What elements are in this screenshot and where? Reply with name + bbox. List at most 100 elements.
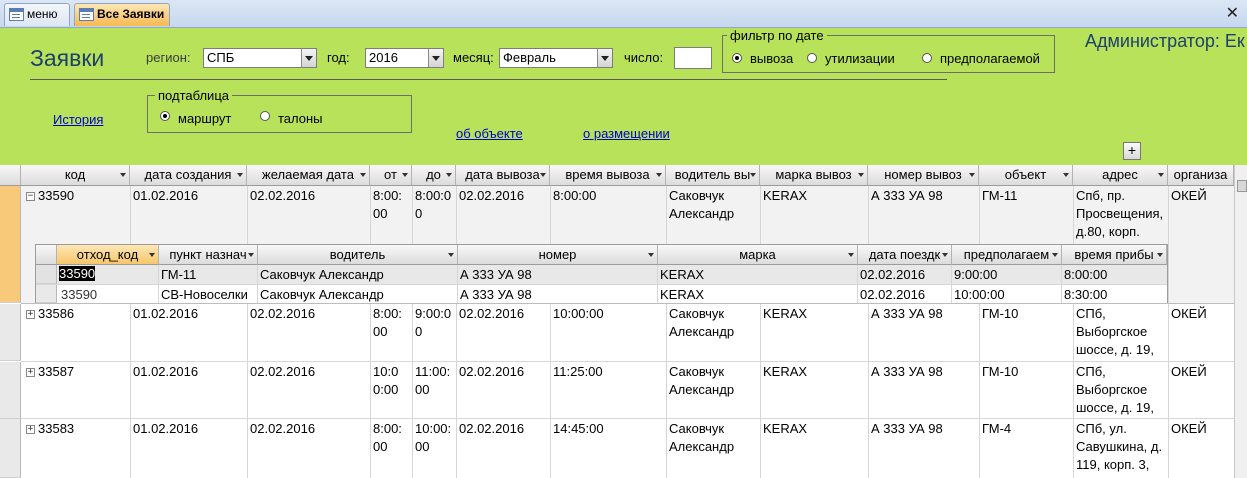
column-header-number[interactable]: номер вывоз	[868, 165, 979, 186]
cell-organization[interactable]: ОКЕЙ	[1168, 186, 1234, 206]
cell-number[interactable]: А 333 УА 98	[868, 362, 979, 382]
cell-export-date[interactable]: 02.02.2016	[456, 304, 550, 324]
column-header-driver[interactable]: водитель вы	[666, 165, 760, 186]
subgrid-row[interactable]: 33590 ГМ-11 Саковчук Александр А 333 УА …	[36, 265, 1167, 284]
cell-created[interactable]: 01.02.2016	[130, 186, 246, 206]
cell-from[interactable]: 8:00:00	[370, 304, 412, 344]
column-header-from[interactable]: от	[370, 165, 412, 186]
cell-desired-date[interactable]: 02.02.2016	[247, 304, 369, 324]
subcell-driver[interactable]: Саковчук Александр	[257, 285, 457, 305]
subgrid-header-departure-code[interactable]: отход_код	[57, 245, 159, 265]
cell-brand[interactable]: KERAX	[760, 362, 868, 382]
subgrid-row-selector[interactable]	[36, 265, 57, 284]
table-row[interactable]: + 33586 01.02.2016 02.02.2016 8:00:00 9:…	[21, 304, 1234, 361]
cell-brand[interactable]: KERAX	[760, 419, 868, 439]
radio-route-label[interactable]: маршрут	[178, 111, 231, 126]
subcell-trip-date[interactable]: 02.02.2016	[857, 265, 951, 285]
column-header-export-date[interactable]: дата вывоза	[456, 165, 550, 186]
dropdown-arrow-icon[interactable]	[301, 49, 316, 67]
subcell-number[interactable]: А 333 УА 98	[457, 285, 657, 305]
cell-number[interactable]: А 333 УА 98	[868, 186, 979, 206]
cell-brand[interactable]: KERAX	[760, 186, 868, 206]
tab-all-requests[interactable]: Все Заявки	[74, 3, 170, 26]
column-header-export-time[interactable]: время вывоза	[550, 165, 666, 186]
dropdown-arrow-icon[interactable]	[360, 173, 366, 177]
subcell-brand[interactable]: KERAX	[657, 285, 857, 305]
expand-icon[interactable]: +	[26, 425, 35, 434]
dropdown-arrow-icon[interactable]	[448, 253, 454, 257]
cell-export-time[interactable]: 8:00:00	[550, 186, 666, 206]
dropdown-arrow-icon[interactable]	[120, 173, 126, 177]
column-header-organization[interactable]: организа	[1168, 165, 1234, 186]
expand-icon[interactable]: +	[26, 310, 35, 319]
radio-disposal-date-label[interactable]: утилизации	[825, 51, 895, 66]
cell-object[interactable]: ГМ-11	[979, 186, 1073, 206]
table-row[interactable]: + 33583 01.02.2016 02.02.2016 8:00:00 10…	[21, 419, 1234, 478]
cell-from[interactable]: 8:00:00	[370, 186, 412, 226]
dropdown-arrow-icon[interactable]	[248, 253, 254, 257]
cell-export-date[interactable]: 02.02.2016	[456, 419, 550, 439]
cell-address[interactable]: СПб, Выборгское шоссе, д. 19,	[1073, 362, 1168, 419]
radio-expected-date-label[interactable]: предполагаемой	[940, 51, 1040, 66]
cell-desired-date[interactable]: 02.02.2016	[247, 186, 369, 206]
cell-address[interactable]: Спб, пр. Просвещения, д.80, корп.	[1073, 186, 1168, 243]
cell-from[interactable]: 10:00:00	[370, 362, 412, 402]
cell-driver[interactable]: Саковчук Александр	[666, 304, 760, 344]
row-selector[interactable]	[0, 186, 21, 303]
subgrid-header-driver[interactable]: водитель	[258, 245, 458, 265]
subgrid-select-all[interactable]	[36, 245, 57, 265]
dropdown-arrow-icon[interactable]	[1052, 253, 1058, 257]
dropdown-arrow-icon[interactable]	[969, 173, 975, 177]
add-button[interactable]: +	[1123, 142, 1141, 160]
cell-export-time[interactable]: 14:45:00	[550, 419, 666, 439]
cell-export-time[interactable]: 11:25:00	[550, 362, 666, 382]
subcell-arrival-time[interactable]: 8:30:00	[1061, 285, 1166, 305]
row-selector[interactable]	[0, 419, 21, 478]
cell-code[interactable]: 33583	[35, 419, 129, 439]
column-header-created[interactable]: дата создания	[130, 165, 247, 186]
subgrid-header-trip-date[interactable]: дата поездк	[858, 245, 952, 265]
cell-driver[interactable]: Саковчук Александр	[666, 362, 760, 402]
about-placement-link[interactable]: о размещении	[583, 126, 670, 141]
dropdown-arrow-icon[interactable]	[656, 173, 662, 177]
subgrid-row[interactable]: 33590 СВ-Новоселки Саковчук Александр А …	[36, 284, 1167, 303]
subgrid-row-selector[interactable]	[36, 285, 57, 303]
select-all-corner[interactable]	[0, 165, 21, 186]
column-header-address[interactable]: адрес	[1073, 165, 1168, 186]
cell-code[interactable]: 33586	[35, 304, 129, 324]
cell-organization[interactable]: ОКЕЙ	[1168, 304, 1234, 324]
vertical-scrollbar[interactable]	[1234, 165, 1247, 478]
collapse-icon[interactable]: −	[26, 192, 35, 201]
dropdown-arrow-icon[interactable]	[446, 173, 452, 177]
cell-from[interactable]: 8:00:00	[370, 419, 412, 459]
dropdown-arrow-icon[interactable]	[942, 253, 948, 257]
cell-object[interactable]: ГМ-4	[979, 419, 1073, 439]
subcell-driver[interactable]: Саковчук Александр	[257, 265, 457, 285]
subgrid-header-destination[interactable]: пункт назнач	[159, 245, 258, 265]
row-selector[interactable]	[0, 362, 21, 419]
radio-coupons-label[interactable]: талоны	[278, 111, 323, 126]
about-object-link[interactable]: об объекте	[456, 126, 523, 141]
column-header-brand[interactable]: марка вывоз	[760, 165, 868, 186]
column-header-to[interactable]: до	[412, 165, 456, 186]
cell-address[interactable]: СПб, ул. Савушкина, д. 119, корп. 3,	[1073, 419, 1168, 478]
radio-disposal-date[interactable]	[807, 53, 817, 63]
cell-to[interactable]: 9:00:00	[412, 304, 456, 344]
column-header-object[interactable]: объект	[979, 165, 1073, 186]
history-link[interactable]: История	[53, 112, 103, 127]
dropdown-arrow-icon[interactable]	[237, 173, 243, 177]
dropdown-arrow-icon[interactable]	[1157, 253, 1163, 257]
table-row[interactable]: + 33587 01.02.2016 02.02.2016 10:00:00 1…	[21, 362, 1234, 419]
dropdown-arrow-icon[interactable]	[149, 253, 155, 257]
subcell-arrival-time[interactable]: 8:00:00	[1061, 265, 1166, 285]
dropdown-arrow-icon[interactable]	[648, 253, 654, 257]
dropdown-arrow-icon[interactable]	[428, 49, 443, 67]
subgrid-header-expected[interactable]: предполагаем	[952, 245, 1062, 265]
month-combobox[interactable]: Февраль	[499, 48, 613, 68]
radio-export-date[interactable]	[732, 53, 742, 63]
cell-number[interactable]: А 333 УА 98	[868, 304, 979, 324]
region-combobox[interactable]: СПБ	[203, 48, 317, 68]
close-icon[interactable]: ✕	[1226, 3, 1239, 23]
cell-object[interactable]: ГМ-10	[979, 362, 1073, 382]
subcell-departure-code[interactable]: 33590	[58, 285, 158, 305]
